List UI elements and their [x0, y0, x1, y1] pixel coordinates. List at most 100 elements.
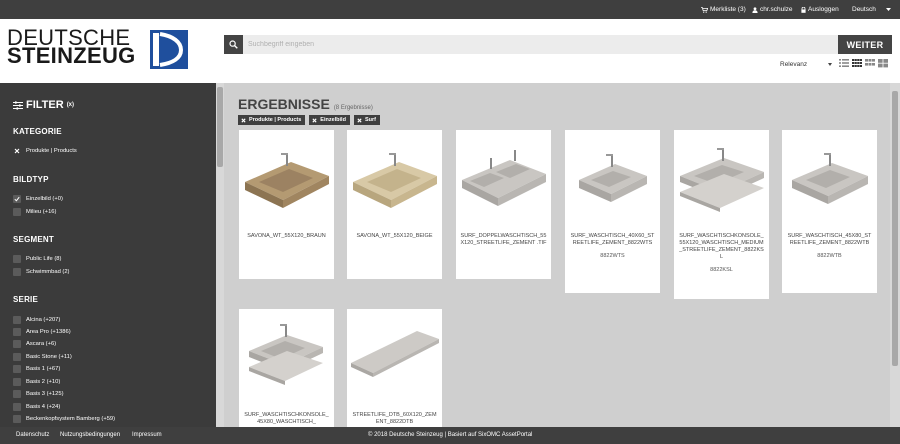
results-area: ERGEBNISSE (8 Ergebnisse) Produkte | Pro…	[224, 83, 890, 427]
checkbox[interactable]	[13, 378, 21, 386]
logout-link[interactable]: Ausloggen	[801, 6, 839, 13]
filter-sidebar: FILTER (x) KATEGORIE Produkte | Products…	[0, 83, 216, 427]
checkbox[interactable]	[13, 340, 21, 348]
close-icon	[312, 117, 317, 123]
checkbox[interactable]	[13, 268, 21, 276]
filter-option-label: Basis 2 (+10)	[26, 379, 61, 385]
search-input[interactable]	[248, 35, 834, 54]
view-toggle	[839, 58, 888, 68]
active-filters: Produkte | Products Einzelbild Surf	[238, 115, 380, 125]
product-image	[239, 309, 334, 404]
filter-option[interactable]: Milieu (+16)	[13, 208, 56, 216]
checkbox[interactable]	[13, 365, 21, 373]
grid-medium-icon[interactable]	[865, 58, 875, 68]
logo[interactable]: DEUTSCHE STEINZEUG	[7, 27, 136, 68]
filter-option[interactable]: Area Pro (+1386)	[13, 328, 71, 336]
search-button[interactable]	[224, 35, 243, 54]
product-title: STREETLIFE_DTB_60X120_ZEMENT_8822DTB	[352, 412, 437, 425]
product-image	[674, 130, 769, 225]
product-title: SAVONA_WT_55X120_BRAUN	[247, 233, 326, 239]
scrollbar-thumb[interactable]	[892, 91, 898, 366]
nutzungsbedingungen-link[interactable]: Nutzungsbedingungen	[60, 432, 120, 438]
footer: Datenschutz Nutzungsbedingungen Impressu…	[0, 427, 900, 444]
datenschutz-link[interactable]: Datenschutz	[16, 432, 49, 438]
checkbox[interactable]	[13, 353, 21, 361]
product-card[interactable]: SURF_WASCHTISCH_40X60_STREETLIFE_ZEMENT_…	[565, 130, 660, 293]
user-label: chr.schulze	[760, 6, 793, 13]
user-link[interactable]: chr.schulze	[752, 6, 793, 13]
sort-label: Relevanz	[780, 60, 808, 68]
user-icon	[752, 6, 758, 13]
product-card[interactable]: SURF_WASCHTISCHKONSOLE_55X120_WASCHTISCH…	[674, 130, 769, 299]
product-card[interactable]: SAVONA_WT_55X120_BEIGE	[347, 130, 442, 279]
merkliste-link[interactable]: Merkliste (3)	[701, 6, 746, 13]
remove-icon	[14, 148, 20, 154]
filter-option-label: Area Pro (+1386)	[26, 329, 71, 335]
filter-option[interactable]: Beckenkopfsystem Bamberg (+59)	[13, 415, 115, 423]
grid-large-icon[interactable]	[878, 58, 888, 68]
logo-line2: STEINZEUG	[7, 43, 136, 68]
product-image	[347, 130, 442, 225]
cart-icon	[701, 6, 708, 13]
product-card[interactable]: SURF_WASCHTISCH_45X80_STREETLIFE_ZEMENT_…	[782, 130, 877, 293]
checkbox[interactable]	[13, 403, 21, 411]
filter-option[interactable]: Schwimmbad (2)	[13, 268, 70, 276]
sidebar-scrollbar[interactable]	[216, 83, 224, 427]
filter-reset[interactable]: (x)	[67, 102, 74, 108]
filter-option-label: Einzelbild (+0)	[26, 196, 63, 202]
checkbox[interactable]	[13, 208, 21, 216]
sort-select[interactable]: Relevanz	[780, 59, 832, 69]
filter-chip[interactable]: Einzelbild	[309, 115, 350, 125]
filter-option[interactable]: Produkte | Products	[13, 147, 77, 155]
product-title: SURF_WASCHTISCH_40X60_STREETLIFE_ZEMENT_…	[570, 233, 655, 246]
product-title: SAVONA_WT_55X120_BEIGE	[356, 233, 433, 239]
segment-title: SEGMENT	[13, 235, 54, 244]
filter-option-label: Basis 4 (+24)	[26, 404, 61, 410]
check-icon	[14, 196, 20, 202]
copyright: © 2018 Deutsche Steinzeug | Basiert auf …	[368, 432, 533, 438]
filter-option[interactable]: Basic Stone (+11)	[13, 353, 72, 361]
scrollbar-thumb[interactable]	[217, 87, 223, 167]
checkbox[interactable]	[13, 255, 21, 263]
product-card[interactable]: SAVONA_WT_55X120_BRAUN	[239, 130, 334, 279]
checkbox[interactable]	[13, 195, 21, 203]
filter-chip[interactable]: Produkte | Products	[238, 115, 306, 125]
impressum-link[interactable]: Impressum	[132, 432, 162, 438]
filter-option[interactable]: Basis 1 (+67)	[13, 365, 60, 373]
language-select[interactable]: Deutsch	[852, 6, 891, 13]
product-image	[347, 309, 442, 404]
product-card[interactable]: SURF_DOPPELWASCHTISCH_55X120_STREETLIFE_…	[456, 130, 551, 279]
header: DEUTSCHE STEINZEUG WEITER Relevanz	[0, 19, 900, 83]
lock-icon	[801, 6, 806, 13]
product-title: SURF_WASCHTISCHKONSOLE_55X120_WASCHTISCH…	[679, 233, 764, 260]
product-card[interactable]: SURF_WASCHTISCHKONSOLE_45X80_WASCHTISCH_	[239, 309, 334, 427]
search-icon	[229, 40, 238, 49]
filter-option[interactable]: Basis 2 (+10)	[13, 378, 60, 386]
filter-option[interactable]: Ascara (+6)	[13, 340, 56, 348]
page-scrollbar[interactable]	[890, 83, 900, 427]
filter-option[interactable]: Einzelbild (+0)	[13, 195, 63, 203]
caret-down-icon	[885, 8, 891, 11]
product-card[interactable]: STREETLIFE_DTB_60X120_ZEMENT_8822DTB	[347, 309, 442, 427]
filter-option[interactable]: Basis 4 (+24)	[13, 403, 60, 411]
checkbox[interactable]	[13, 390, 21, 398]
weiter-button[interactable]: WEITER	[838, 35, 892, 54]
filter-title-label: FILTER	[26, 99, 64, 111]
list-view-icon[interactable]	[839, 58, 849, 68]
filter-chip[interactable]: Surf	[353, 115, 380, 125]
merkliste-label: Merkliste (3)	[710, 6, 746, 13]
sliders-icon	[13, 100, 23, 110]
checkbox[interactable]	[13, 415, 21, 423]
filter-option[interactable]: Basis 3 (+125)	[13, 390, 64, 398]
checkbox[interactable]	[13, 316, 21, 324]
product-code: 8822WTS	[600, 253, 625, 259]
product-title: SURF_WASCHTISCH_45X80_STREETLIFE_ZEMENT_…	[787, 233, 872, 246]
filter-option-label: Produkte | Products	[26, 148, 77, 154]
close-icon	[357, 117, 362, 123]
filter-option[interactable]: Alcina (+207)	[13, 316, 60, 324]
grid-small-icon[interactable]	[852, 58, 862, 68]
checkbox[interactable]	[13, 328, 21, 336]
caret-down-icon	[828, 62, 832, 66]
filter-option[interactable]: Public Life (8)	[13, 255, 61, 263]
search-bar: WEITER	[224, 35, 892, 54]
